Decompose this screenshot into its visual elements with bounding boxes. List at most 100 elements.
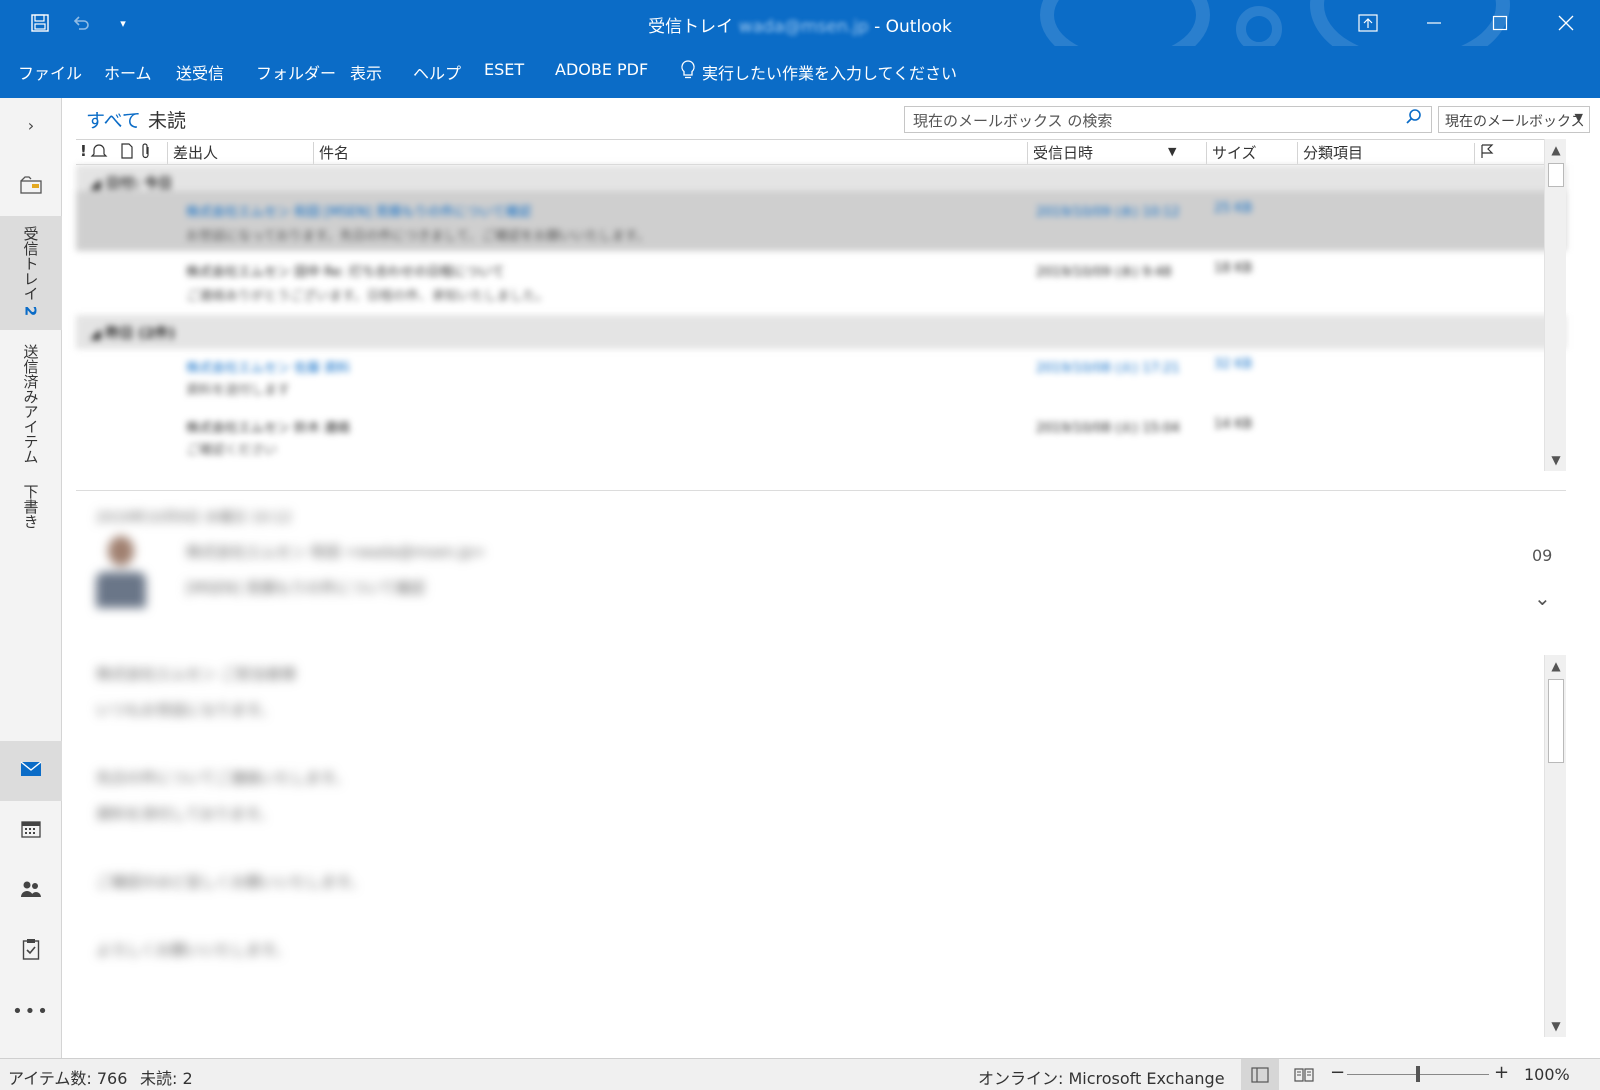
message-sender: 株式会社エムセン 田中 xyxy=(186,265,321,280)
title-app: Outlook xyxy=(885,17,952,37)
item-count: アイテム数: 766 xyxy=(8,1069,128,1088)
avatar-body xyxy=(96,572,146,608)
tasks-icon xyxy=(22,938,40,964)
folder-drafts[interactable]: 下書き xyxy=(0,482,62,552)
zoom-level[interactable]: 100% xyxy=(1524,1065,1570,1084)
tab-home[interactable]: ホーム xyxy=(104,60,152,84)
title-separator: - xyxy=(874,17,881,37)
message-subject: 資料 xyxy=(324,361,351,376)
message-subject: 連絡 xyxy=(324,421,351,436)
reading-view-icon[interactable] xyxy=(1285,1059,1323,1090)
message-row[interactable]: 株式会社エムセン 和田 [MSEN] 見積もりの件について確認 お世話になってお… xyxy=(76,191,1566,251)
flag-column-icon[interactable] xyxy=(1474,143,1494,165)
expand-folder-pane-icon[interactable]: › xyxy=(0,112,62,138)
size-column[interactable]: サイズ xyxy=(1206,142,1257,164)
expand-header-chevron-icon[interactable]: ⌄ xyxy=(1534,586,1551,610)
group-header-yesterday[interactable]: ◢ 昨日 (2件) xyxy=(76,315,1566,349)
folder-sent-items[interactable]: 送信済みアイテム xyxy=(0,342,62,468)
body-line: ご確認のほど宜しくお願いいたします。 xyxy=(96,873,365,891)
body-line: 株式会社エムセン ご担当者様 xyxy=(96,665,296,683)
zoom-out-icon[interactable]: − xyxy=(1330,1062,1345,1083)
search-scope-label: 現在のメールボックス xyxy=(1445,114,1585,130)
message-size: 25 KB xyxy=(1214,201,1253,216)
message-rows: ◢ 日付: 今日 株式会社エムセン 和田 [MSEN] 見積もりの件について確認… xyxy=(76,165,1566,485)
folder-inbox-label: 受信トレイ xyxy=(21,226,40,301)
title-bar: ▾ 受信トレイ wada@msen.jp - Outlook xyxy=(0,0,1600,46)
search-input[interactable]: 現在のメールボックス の検索 xyxy=(904,106,1432,133)
zoom-in-icon[interactable]: + xyxy=(1494,1062,1509,1083)
message-list-scrollbar[interactable]: ▲ ▼ xyxy=(1544,139,1566,471)
message-size: 32 KB xyxy=(1214,357,1253,372)
tab-adobe-pdf[interactable]: ADOBE PDF xyxy=(555,60,648,79)
tab-send-receive[interactable]: 送受信 xyxy=(176,60,224,84)
unread-count-badge: 2 xyxy=(21,305,40,317)
reminder-column-icon[interactable] xyxy=(90,143,108,165)
body-line: よろしくお願いいたします。 xyxy=(96,941,290,959)
message-list-pane: すべて 未読 現在のメールボックス の検索 現在のメールボックス ▼ ! 差出人 xyxy=(76,98,1590,490)
scroll-up-icon[interactable]: ▲ xyxy=(1545,139,1567,161)
scroll-down-icon[interactable]: ▼ xyxy=(1545,449,1567,471)
tab-file[interactable]: ファイル xyxy=(18,60,82,84)
scroll-thumb[interactable] xyxy=(1548,163,1564,187)
message-row[interactable]: 株式会社エムセン 田中 Re: 打ち合わせの日程について ご連絡ありがとうござい… xyxy=(76,253,1566,313)
message-preview: 資料を送付します xyxy=(186,383,291,398)
chevron-down-icon: ▼ xyxy=(1574,111,1583,124)
outlook-window: ▾ 受信トレイ wada@msen.jp - Outlook ファイル ホーム … xyxy=(0,0,1600,1090)
reading-scrollbar[interactable]: ▲ ▼ xyxy=(1544,655,1566,1037)
tab-eset[interactable]: ESET xyxy=(484,60,524,79)
ribbon-display-options-icon[interactable] xyxy=(1335,0,1401,46)
title-folder: 受信トレイ xyxy=(648,17,734,37)
message-preview: ご確認ください xyxy=(186,443,278,458)
sender-avatar xyxy=(94,536,146,608)
scroll-up-icon[interactable]: ▲ xyxy=(1545,655,1567,677)
all-folders-icon[interactable] xyxy=(0,170,62,200)
subject-column[interactable]: 件名 xyxy=(313,142,349,164)
search-placeholder: 現在のメールボックス の検索 xyxy=(913,112,1113,130)
folder-inbox[interactable]: 受信トレイ 2 xyxy=(0,216,62,330)
search-icon[interactable] xyxy=(1405,108,1423,131)
message-row[interactable]: 株式会社エムセン 鈴木 連絡 ご確認ください 2019/10/08 (火) 15… xyxy=(76,409,1566,469)
message-preview: ご連絡ありがとうございます。日程の件、承知いたしました。 xyxy=(186,289,549,304)
unread-count: 未読: 2 xyxy=(140,1069,193,1088)
reading-pane: 2019年10月9日 水曜日 10:12 株式会社エムセン 和田 <wada@m… xyxy=(76,490,1566,1056)
message-from: 株式会社エムセン 和田 <wada@msen.jp> xyxy=(186,543,486,561)
avatar-head xyxy=(108,536,134,566)
maximize-icon[interactable] xyxy=(1467,0,1533,46)
status-bar: アイテム数: 766 未読: 2 オンライン: Microsoft Exchan… xyxy=(0,1058,1600,1090)
scroll-thumb[interactable] xyxy=(1548,679,1564,763)
tab-view[interactable]: 表示 xyxy=(350,60,382,84)
folder-pane: › 受信トレイ 2 送信済みアイテム 下書き ••• xyxy=(0,98,62,1058)
category-column[interactable]: 分類項目 xyxy=(1297,142,1363,164)
nav-tasks[interactable] xyxy=(0,931,62,971)
zoom-slider-thumb[interactable] xyxy=(1416,1066,1420,1082)
filter-unread[interactable]: 未読 xyxy=(148,106,186,133)
importance-column[interactable]: ! xyxy=(80,142,87,164)
icon-column-icon[interactable] xyxy=(120,143,134,165)
tab-folder[interactable]: フォルダー xyxy=(256,60,336,84)
received-column[interactable]: 受信日時 xyxy=(1027,142,1093,164)
minimize-icon[interactable] xyxy=(1401,0,1467,46)
reading-content: 2019年10月9日 水曜日 10:12 株式会社エムセン 和田 <wada@m… xyxy=(76,491,1526,1057)
tell-me-text: 実行したい作業を入力してください xyxy=(702,64,958,83)
nav-calendar[interactable] xyxy=(0,811,62,851)
tell-me-box[interactable]: 実行したい作業を入力してください xyxy=(680,60,957,84)
sort-descending-icon[interactable]: ▼ xyxy=(1168,145,1176,167)
nav-people[interactable] xyxy=(0,871,62,911)
filter-all[interactable]: すべて xyxy=(86,106,141,133)
sender-column[interactable]: 差出人 xyxy=(167,142,218,164)
message-received: 2019/10/08 (火) 17:21 xyxy=(1036,361,1180,376)
attachment-column-icon[interactable] xyxy=(140,143,152,165)
message-date-header: 2019年10月9日 水曜日 10:12 xyxy=(96,510,292,526)
calendar-icon xyxy=(21,820,41,842)
nav-mail[interactable] xyxy=(0,741,62,801)
message-sender: 株式会社エムセン 鈴木 xyxy=(186,421,321,436)
message-row[interactable]: 株式会社エムセン 佐藤 資料 資料を送付します 2019/10/08 (火) 1… xyxy=(76,349,1566,409)
scroll-down-icon[interactable]: ▼ xyxy=(1545,1015,1567,1037)
tab-help[interactable]: ヘルプ xyxy=(413,60,461,84)
more-apps-icon[interactable]: ••• xyxy=(0,991,62,1031)
message-sender: 株式会社エムセン 佐藤 xyxy=(186,361,321,376)
search-scope-dropdown[interactable]: 現在のメールボックス ▼ xyxy=(1438,106,1590,133)
close-icon[interactable] xyxy=(1533,0,1599,46)
normal-view-icon[interactable] xyxy=(1241,1059,1279,1090)
body-line: 先日の件についてご連絡いたします。 xyxy=(96,769,350,787)
